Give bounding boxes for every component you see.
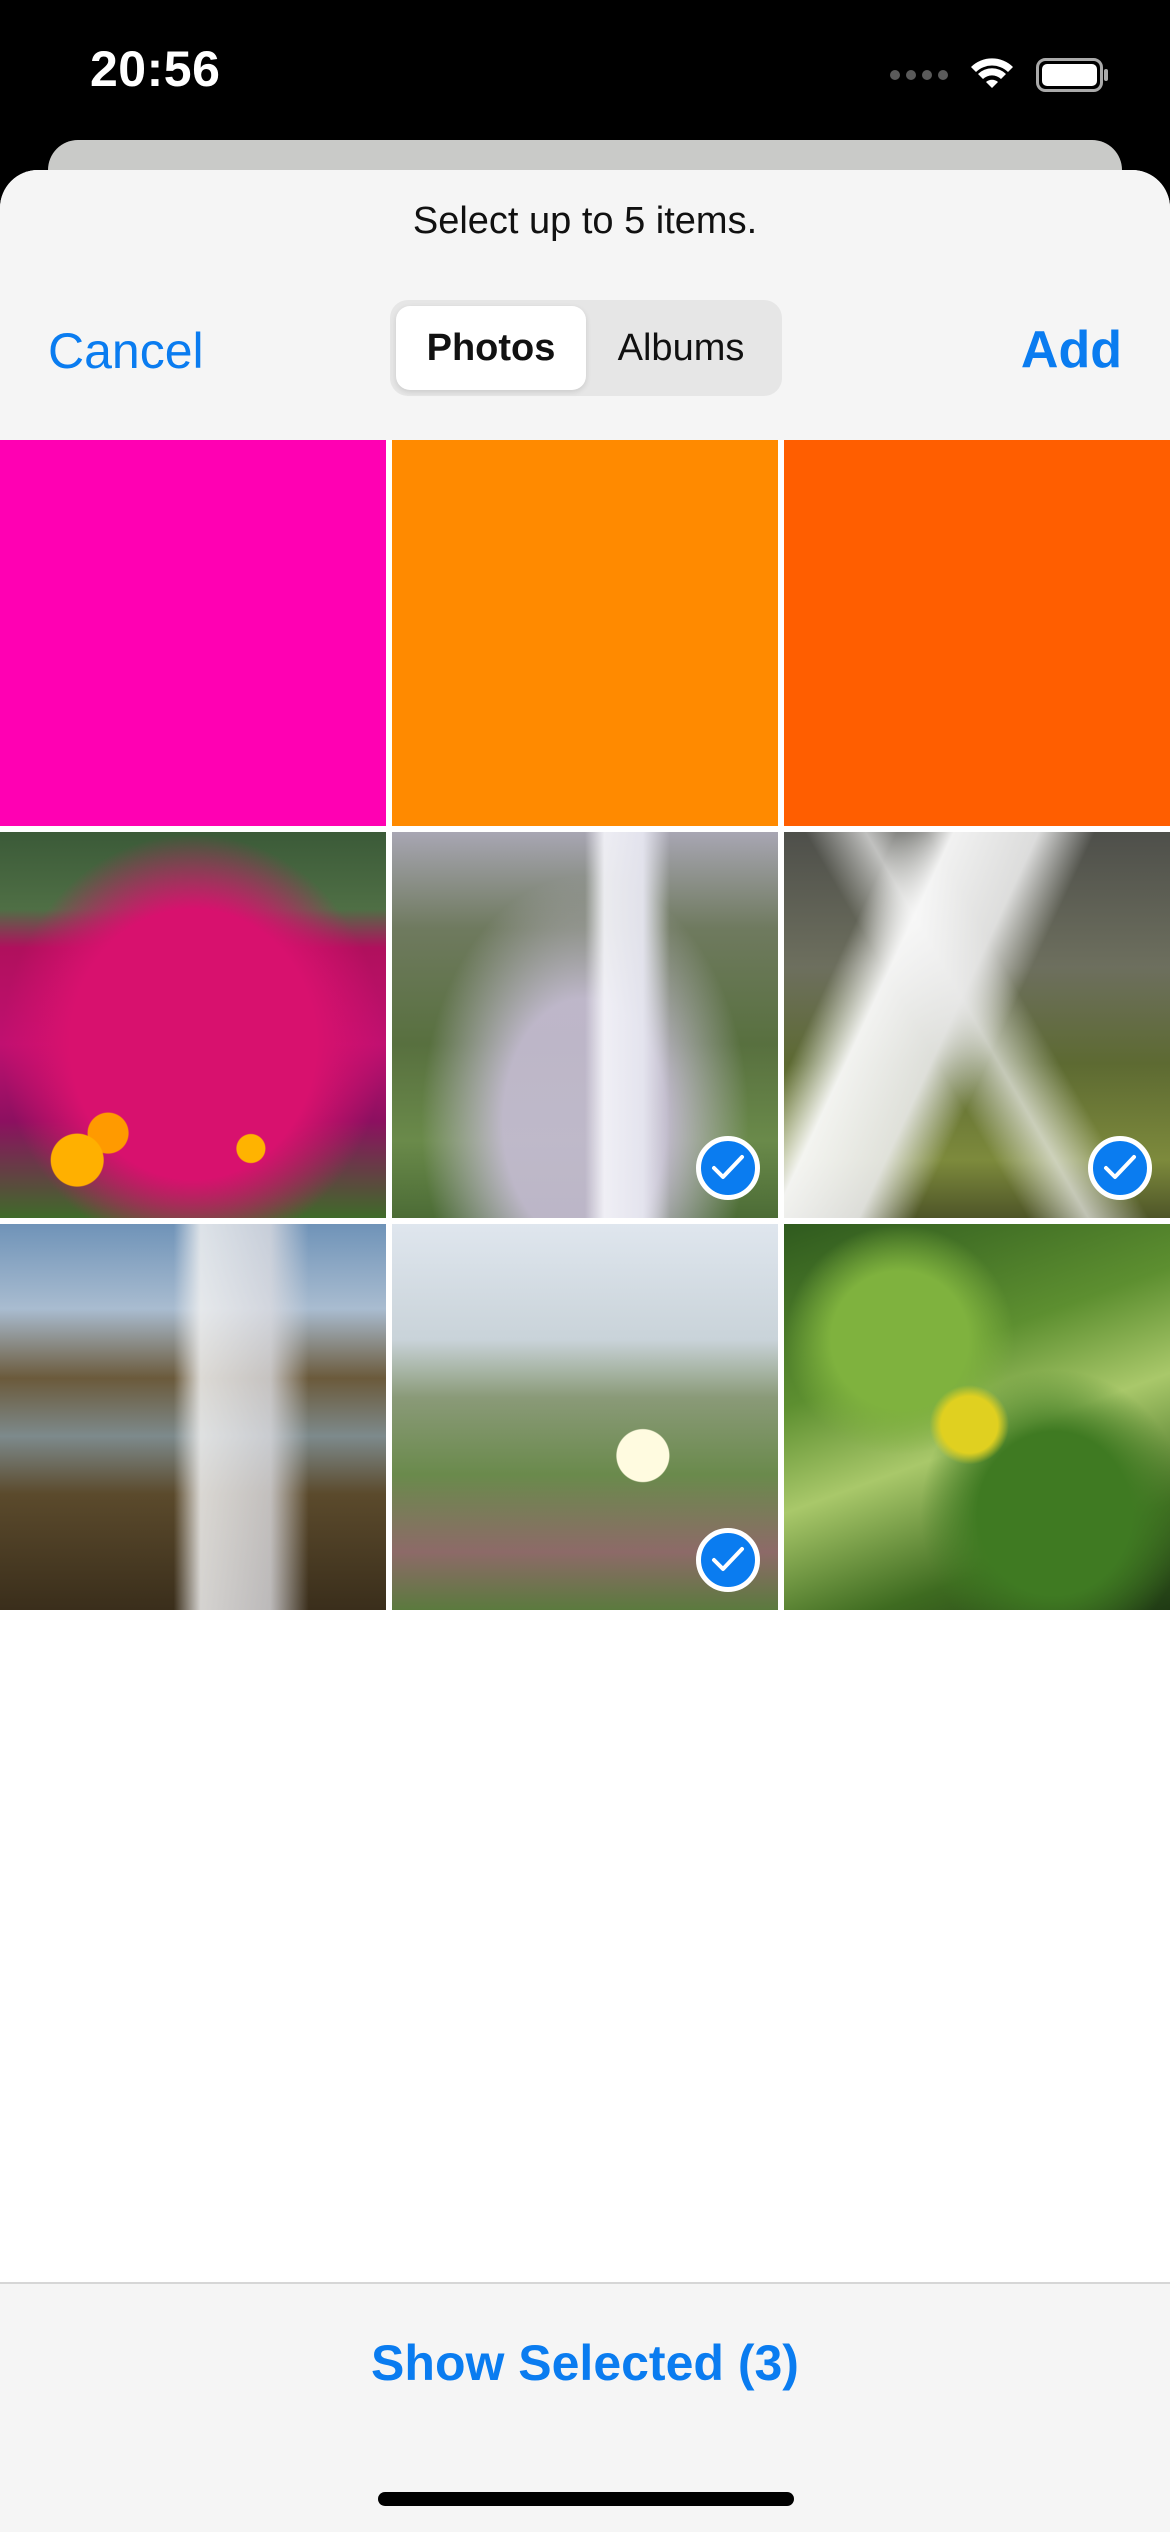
photo-grid	[0, 440, 1170, 1610]
cancel-button[interactable]: Cancel	[48, 322, 204, 380]
selection-limit-prompt: Select up to 5 items.	[412, 200, 758, 242]
checkmark-icon	[696, 1528, 760, 1592]
status-bar: 20:56	[0, 0, 1170, 150]
photo-tile[interactable]	[392, 440, 778, 826]
signal-dots-icon	[890, 70, 948, 80]
photo-tile[interactable]	[0, 440, 386, 826]
sheet-header: Select up to 5 items. Cancel Photos Albu…	[0, 170, 1170, 440]
segment-photos[interactable]: Photos	[396, 306, 586, 390]
photo-picker-sheet: Select up to 5 items. Cancel Photos Albu…	[0, 170, 1170, 2532]
photo-tile[interactable]	[392, 832, 778, 1218]
checkmark-icon	[1088, 1136, 1152, 1200]
status-icons	[890, 50, 1110, 100]
photo-tile[interactable]	[784, 440, 1170, 826]
photo-tile[interactable]	[784, 832, 1170, 1218]
checkmark-icon	[696, 1136, 760, 1200]
nav-row: Cancel Photos Albums Add	[0, 300, 1170, 400]
photo-tile[interactable]	[392, 1224, 778, 1610]
photo-tile[interactable]	[0, 832, 386, 1218]
status-time: 20:56	[90, 41, 221, 97]
photo-tile[interactable]	[0, 1224, 386, 1610]
photo-picker-screen: 20:56 Select up to 5 items. Cancel Photo…	[0, 0, 1170, 2532]
home-indicator[interactable]	[378, 2492, 794, 2506]
segment-albums[interactable]: Albums	[586, 306, 776, 390]
add-button[interactable]: Add	[1021, 320, 1122, 380]
source-segmented-control: Photos Albums	[390, 300, 782, 396]
wifi-icon	[971, 58, 1013, 88]
battery-icon	[1036, 58, 1108, 92]
show-selected-button[interactable]: Show Selected (3)	[0, 2334, 1170, 2392]
photo-tile[interactable]	[784, 1224, 1170, 1610]
